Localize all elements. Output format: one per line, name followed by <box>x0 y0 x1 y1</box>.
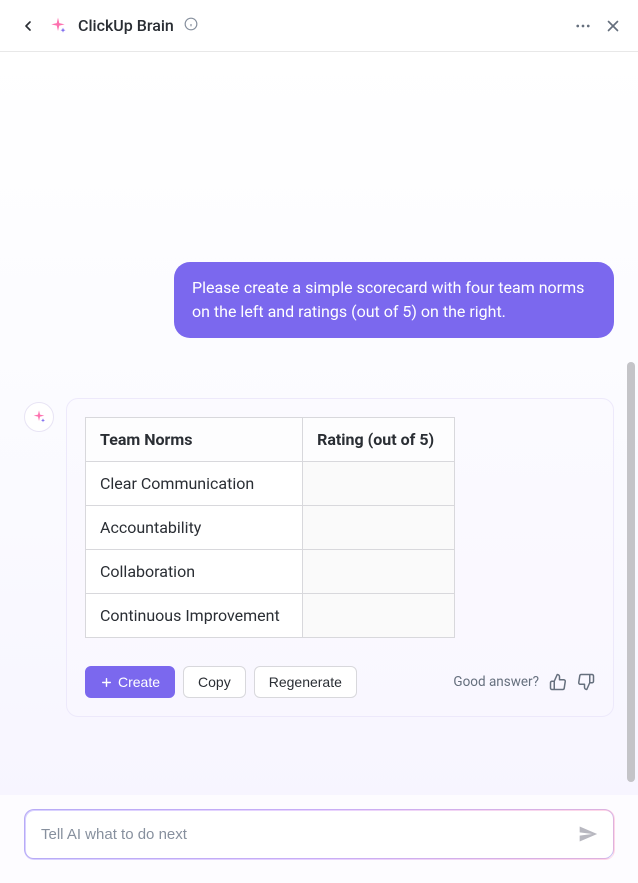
regenerate-button[interactable]: Regenerate <box>254 666 357 698</box>
create-label: Create <box>118 674 160 690</box>
send-button[interactable] <box>571 817 605 851</box>
thumbs-up-button[interactable] <box>549 673 567 691</box>
prompt-input[interactable] <box>41 826 571 843</box>
input-wrapper <box>24 809 614 859</box>
ai-avatar <box>24 402 54 432</box>
norm-cell: Accountability <box>86 506 303 550</box>
copy-button[interactable]: Copy <box>183 666 246 698</box>
ai-content-card: Team Norms Rating (out of 5) Clear Commu… <box>66 398 614 717</box>
user-message: Please create a simple scorecard with fo… <box>24 262 614 338</box>
info-icon[interactable] <box>184 17 198 31</box>
input-area <box>0 795 638 883</box>
table-header-rating: Rating (out of 5) <box>303 418 455 462</box>
title-text: ClickUp Brain <box>78 16 174 35</box>
norm-cell: Collaboration <box>86 550 303 594</box>
rating-cell <box>303 594 455 638</box>
response-actions: Create Copy Regenerate Good answer? <box>85 666 595 698</box>
more-menu-button[interactable] <box>574 17 592 35</box>
scrollbar-thumb[interactable] <box>627 362 635 782</box>
scorecard-table: Team Norms Rating (out of 5) Clear Commu… <box>85 417 455 638</box>
header: ClickUp Brain <box>0 0 638 52</box>
table-row: Continuous Improvement <box>86 594 455 638</box>
brain-sparkle-icon <box>48 16 68 36</box>
rating-cell <box>303 550 455 594</box>
plus-icon <box>100 676 113 689</box>
thumbs-down-button[interactable] <box>577 673 595 691</box>
page-title: ClickUp Brain <box>78 16 574 35</box>
rating-cell <box>303 462 455 506</box>
rating-cell <box>303 506 455 550</box>
table-row: Clear Communication <box>86 462 455 506</box>
feedback-label: Good answer? <box>453 674 539 690</box>
norm-cell: Clear Communication <box>86 462 303 506</box>
chevron-left-icon <box>20 18 36 34</box>
chat-container: Please create a simple scorecard with fo… <box>0 52 638 805</box>
create-button[interactable]: Create <box>85 666 175 698</box>
ai-response: Team Norms Rating (out of 5) Clear Commu… <box>24 398 614 717</box>
table-row: Collaboration <box>86 550 455 594</box>
table-header-norms: Team Norms <box>86 418 303 462</box>
send-icon <box>578 824 598 844</box>
norm-cell: Continuous Improvement <box>86 594 303 638</box>
close-button[interactable] <box>604 17 622 35</box>
table-row: Accountability <box>86 506 455 550</box>
feedback-section: Good answer? <box>453 673 595 691</box>
copy-label: Copy <box>198 674 231 690</box>
header-actions <box>574 17 622 35</box>
regenerate-label: Regenerate <box>269 674 342 690</box>
sparkle-icon <box>31 409 47 425</box>
scrollbar-track <box>626 52 636 805</box>
user-bubble: Please create a simple scorecard with fo… <box>174 262 614 338</box>
back-button[interactable] <box>16 14 40 38</box>
